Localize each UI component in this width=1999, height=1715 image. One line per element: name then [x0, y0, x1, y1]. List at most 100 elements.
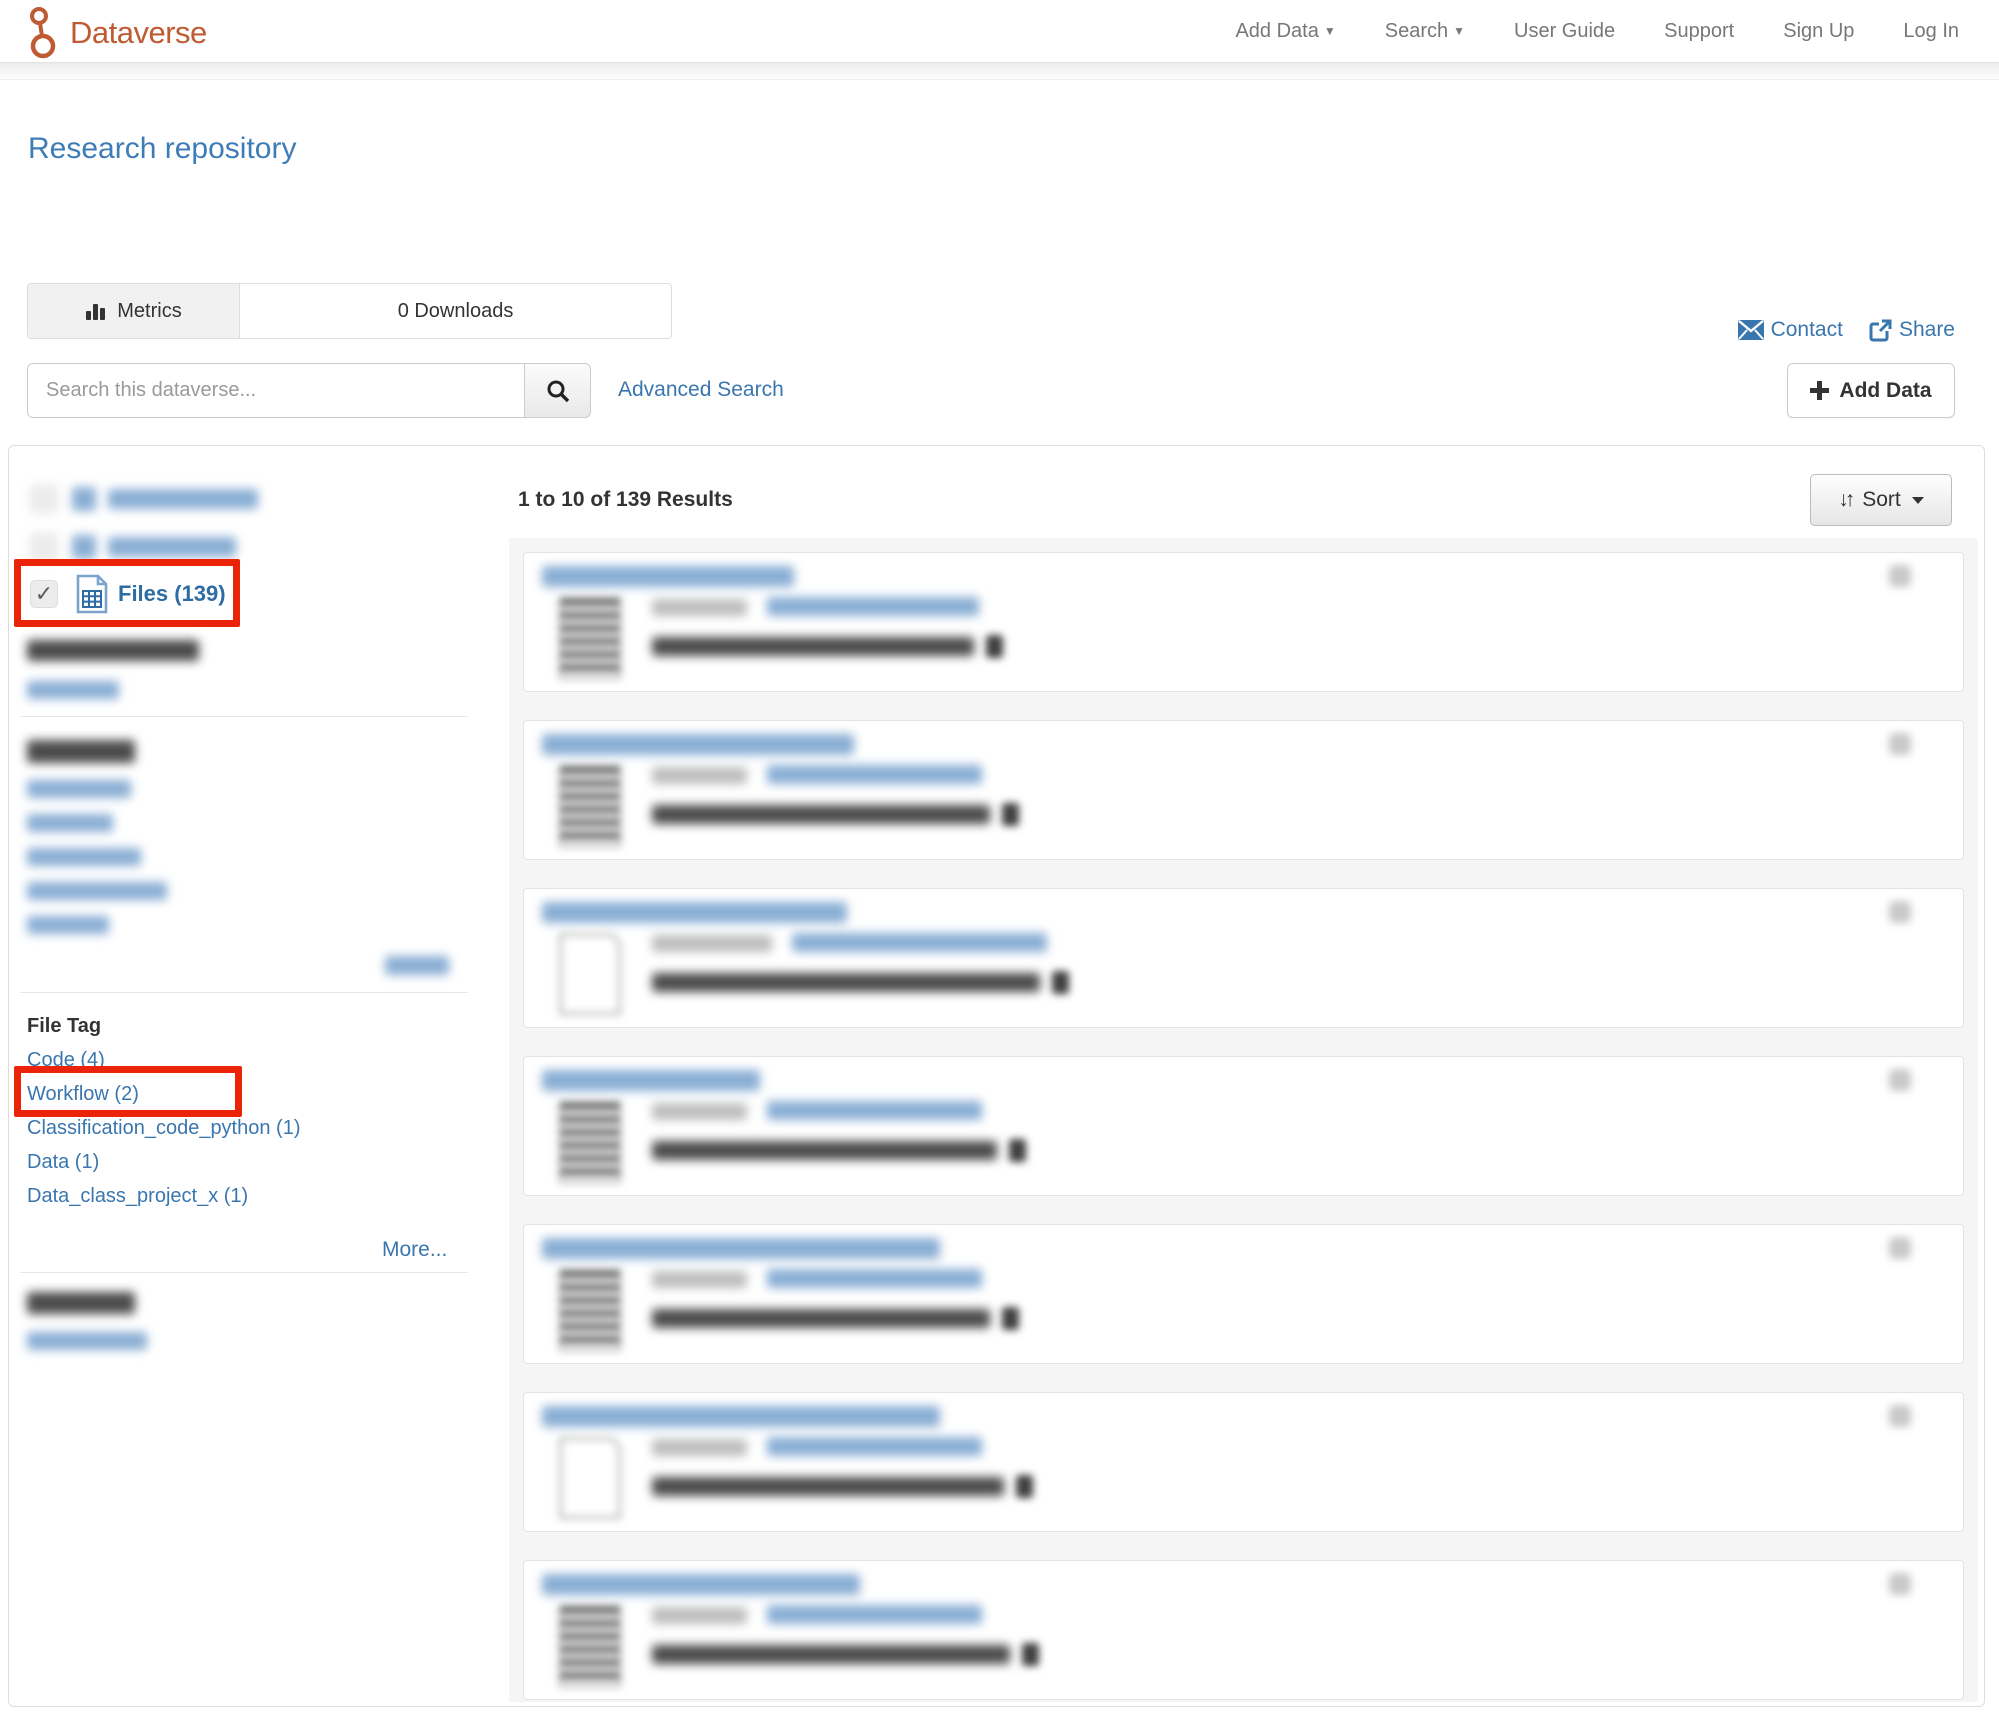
file-thumbnail[interactable] [559, 1605, 621, 1687]
facet-type-icon-blurred [72, 487, 96, 511]
result-dataset-link-blurred[interactable] [767, 1269, 982, 1288]
nav-item[interactable]: Sign Up [1783, 20, 1854, 43]
file-thumbnail[interactable] [559, 1437, 621, 1519]
share-icon [1869, 319, 1892, 342]
result-checkbox-blurred[interactable] [1889, 901, 1911, 923]
result-checkbox-blurred[interactable] [1889, 1069, 1911, 1091]
file-tag-facet-link[interactable]: Data_class_project_x (1) [27, 1185, 248, 1208]
facet-checkbox-blurred[interactable] [30, 533, 58, 561]
nav-item[interactable]: User Guide [1514, 20, 1615, 43]
file-thumbnail[interactable] [559, 597, 621, 679]
nav-item[interactable]: Search▼ [1385, 20, 1465, 43]
facet-link-blurred[interactable] [27, 848, 141, 866]
result-title-blurred[interactable] [542, 1238, 940, 1259]
result-metadata-blurred [652, 1141, 997, 1160]
metrics-widget: Metrics 0 Downloads [27, 283, 672, 339]
dataverse-logo[interactable]: Dataverse [22, 6, 207, 60]
dataverse-logo-icon [22, 6, 60, 60]
nav-item[interactable]: Log In [1903, 20, 1959, 43]
facet-link-blurred[interactable] [27, 780, 131, 798]
facet-link-blurred[interactable] [27, 916, 109, 934]
divider [20, 992, 468, 993]
file-tag-facet-link[interactable]: Workflow (2) [27, 1083, 139, 1106]
facet-label-blurred[interactable] [108, 489, 258, 509]
facet-type-icon-blurred [72, 535, 96, 559]
advanced-search-link[interactable]: Advanced Search [618, 378, 784, 402]
sort-button[interactable]: ↓↑ Sort [1810, 474, 1952, 526]
facet-link-blurred[interactable] [27, 681, 119, 699]
result-title-blurred[interactable] [542, 902, 847, 923]
contact-link[interactable]: Contact [1738, 318, 1843, 342]
files-facet-checkbox[interactable]: ✓ [30, 580, 58, 608]
result-dataset-link-blurred[interactable] [767, 597, 979, 616]
add-data-button[interactable]: Add Data [1787, 363, 1955, 418]
result-card [523, 552, 1964, 692]
result-title-blurred[interactable] [542, 1070, 760, 1091]
file-tag-facet-link[interactable]: Classification_code_python (1) [27, 1117, 301, 1140]
lock-icon-blurred [1022, 1643, 1039, 1666]
lock-icon-blurred [986, 635, 1003, 658]
result-checkbox-blurred[interactable] [1889, 733, 1911, 755]
plus-icon [1810, 381, 1829, 400]
search-button[interactable] [525, 363, 591, 418]
metrics-tab[interactable]: Metrics [28, 284, 240, 338]
facet-link-blurred[interactable] [27, 882, 167, 900]
more-link-blurred[interactable] [385, 956, 449, 975]
main-nav: Add Data▼ Search▼ User Guide Support Sig… [1235, 0, 1959, 62]
result-dataset-link-blurred[interactable] [767, 1437, 982, 1456]
nav-item[interactable]: Add Data▼ [1235, 20, 1335, 43]
result-dataset-link-blurred[interactable] [792, 933, 1047, 952]
brand-name: Dataverse [70, 15, 207, 51]
search-input[interactable] [27, 363, 525, 418]
result-dataset-link-blurred[interactable] [767, 1101, 982, 1120]
result-metadata-blurred [652, 1309, 990, 1328]
share-label: Share [1899, 318, 1955, 342]
facet-files-link[interactable]: Files (139) [118, 581, 226, 607]
facet-label-blurred[interactable] [108, 537, 236, 557]
file-tag-heading: File Tag [27, 1015, 101, 1038]
file-thumbnail[interactable] [559, 1269, 621, 1351]
top-navbar: Dataverse Add Data▼ Search▼ User Guide S… [0, 0, 1999, 62]
results-list [509, 538, 1978, 1702]
result-metadata-blurred [652, 973, 1040, 992]
tabular-file-icon [76, 574, 108, 614]
result-checkbox-blurred[interactable] [1889, 1237, 1911, 1259]
result-card [523, 1056, 1964, 1196]
lock-icon-blurred [1052, 971, 1069, 994]
file-thumbnail[interactable] [559, 933, 621, 1015]
share-link[interactable]: Share [1869, 318, 1955, 342]
result-date-blurred [652, 935, 772, 952]
result-checkbox-blurred[interactable] [1889, 1573, 1911, 1595]
result-dataset-link-blurred[interactable] [767, 1605, 982, 1624]
result-metadata-blurred [652, 637, 974, 656]
nav-item[interactable]: Support [1664, 20, 1734, 43]
lock-icon-blurred [1016, 1475, 1033, 1498]
result-date-blurred [652, 1103, 747, 1120]
result-card [523, 1224, 1964, 1364]
result-checkbox-blurred[interactable] [1889, 565, 1911, 587]
result-title-blurred[interactable] [542, 734, 854, 755]
page-title[interactable]: Research repository [28, 132, 296, 166]
facet-checkbox-blurred[interactable] [30, 485, 58, 513]
result-date-blurred [652, 1439, 747, 1456]
file-thumbnail[interactable] [559, 1101, 621, 1183]
add-data-label: Add Data [1839, 379, 1931, 403]
result-title-blurred[interactable] [542, 566, 794, 587]
caret-down-icon [1912, 497, 1924, 504]
file-tag-facet-link[interactable]: Code (4) [27, 1049, 105, 1072]
file-tag-more-link[interactable]: More... [382, 1238, 447, 1262]
facet-link-blurred[interactable] [27, 1332, 147, 1350]
lock-icon-blurred [1002, 803, 1019, 826]
result-dataset-link-blurred[interactable] [767, 765, 982, 784]
contact-label: Contact [1771, 318, 1843, 342]
result-title-blurred[interactable] [542, 1406, 940, 1427]
downloads-count: 0 Downloads [240, 284, 671, 338]
facet-link-blurred[interactable] [27, 814, 113, 832]
result-checkbox-blurred[interactable] [1889, 1405, 1911, 1427]
facet-heading-blurred [27, 740, 135, 763]
result-date-blurred [652, 1271, 747, 1288]
file-thumbnail[interactable] [559, 765, 621, 847]
facet-heading-blurred [27, 1292, 135, 1314]
result-title-blurred[interactable] [542, 1574, 860, 1595]
file-tag-facet-link[interactable]: Data (1) [27, 1151, 99, 1174]
